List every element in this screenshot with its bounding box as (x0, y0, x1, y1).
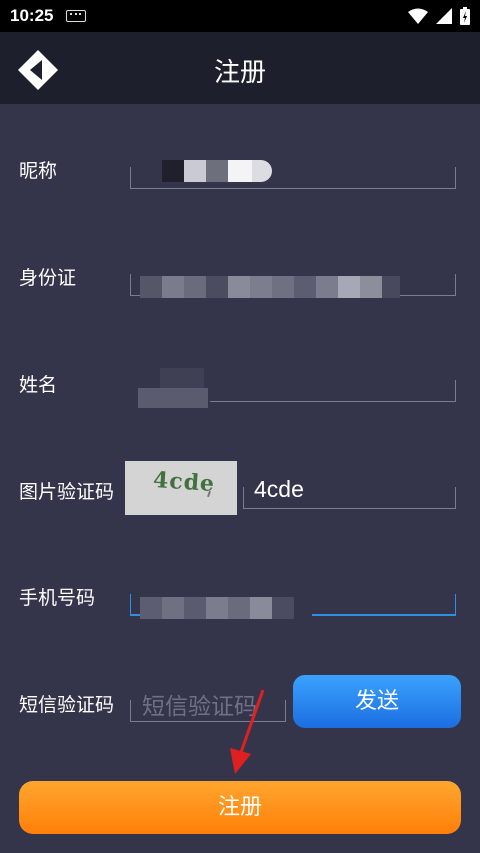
captcha-image-text: 4cde (152, 466, 216, 498)
name-input[interactable] (210, 380, 456, 402)
captcha-image[interactable]: 4cde (125, 461, 237, 515)
name-label: 姓名 (19, 374, 58, 396)
wifi-icon (408, 8, 428, 24)
app-bar: 注册 (0, 32, 480, 104)
id-card-label: 身份证 (19, 267, 77, 289)
page-title: 注册 (213, 58, 266, 88)
send-code-button[interactable]: 发送 (293, 675, 461, 728)
nickname-redacted (162, 160, 272, 182)
status-time: 10:25 (10, 6, 54, 25)
battery-icon (460, 7, 470, 25)
nickname-label: 昵称 (19, 160, 58, 182)
captcha-label: 图片验证码 (19, 481, 115, 503)
register-button[interactable]: 注册 (19, 781, 461, 834)
sms-code-label: 短信验证码 (19, 694, 115, 716)
signal-icon (436, 8, 452, 24)
id-card-redacted (140, 276, 400, 298)
status-icons (408, 7, 470, 25)
phone-redacted (140, 597, 312, 619)
name-redacted (138, 368, 208, 408)
status-bar: 10:25 (0, 0, 480, 32)
keyboard-icon (66, 10, 86, 22)
captcha-input-value: 4cde (254, 476, 304, 502)
annotation-arrow (230, 689, 265, 774)
phone-label: 手机号码 (19, 587, 96, 609)
